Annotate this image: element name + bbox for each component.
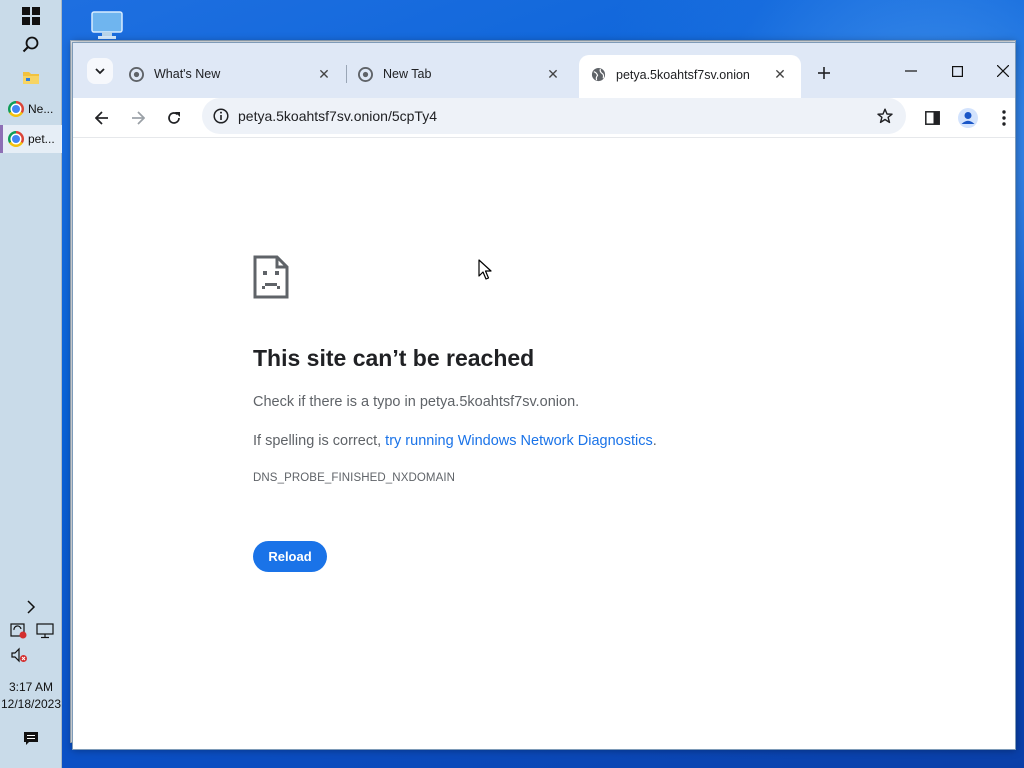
suggestion-suffix: .: [652, 433, 657, 449]
globe-icon: [591, 67, 606, 82]
forward-button[interactable]: [123, 103, 153, 133]
star-icon: [877, 108, 893, 124]
browser-toolbar: [73, 98, 1015, 138]
chrome-icon: [358, 66, 373, 82]
address-bar[interactable]: [202, 98, 906, 134]
mouse-cursor-icon: [478, 259, 492, 280]
close-window-button[interactable]: [983, 57, 1023, 85]
new-tab-button[interactable]: [811, 60, 837, 86]
reload-button[interactable]: [159, 103, 189, 133]
taskbar-app-label: pet...: [28, 132, 55, 146]
windows-logo-icon: [22, 7, 40, 25]
chrome-icon: [8, 101, 24, 117]
folder-icon: [23, 72, 39, 84]
profile-button[interactable]: [953, 103, 983, 133]
error-message: Check if there is a typo in petya.5koaht…: [253, 394, 580, 410]
minimize-icon: [905, 70, 917, 72]
side-panel-icon: [924, 111, 940, 125]
reload-icon: [168, 112, 180, 124]
action-center-button[interactable]: [0, 724, 62, 754]
tab-title: What's New: [154, 67, 221, 81]
tab-strip: What's New ✕ New Tab ✕ petya.5koahtsf7sv…: [73, 43, 1015, 98]
error-code: DNS_PROBE_FINISHED_NXDOMAIN: [253, 472, 456, 484]
tab-petya-onion[interactable]: petya.5koahtsf7sv.onion ✕: [579, 55, 801, 98]
maximize-button[interactable]: [937, 57, 977, 85]
taskbar-clock[interactable]: 3:17 AM 12/18/2023: [0, 679, 62, 713]
tab-search-button[interactable]: [87, 58, 113, 84]
taskbar: Ne... pet... 3:17 AM 12/18/2023: [0, 0, 62, 768]
tab-new-tab[interactable]: New Tab ✕: [346, 57, 574, 91]
tab-title: petya.5koahtsf7sv.onion: [616, 67, 750, 82]
arrow-right-icon: [132, 111, 145, 125]
tray-volume-button[interactable]: [0, 640, 50, 670]
minimize-button[interactable]: [891, 57, 931, 85]
file-explorer-button[interactable]: [0, 62, 62, 92]
error-title: This site can’t be reached: [253, 345, 535, 371]
taskbar-app-chrome-newtab[interactable]: Ne...: [0, 95, 62, 123]
plus-icon: [818, 67, 830, 79]
arrow-left-icon: [95, 111, 108, 125]
chrome-window: What's New ✕ New Tab ✕ petya.5koahtsf7sv…: [72, 42, 1016, 750]
search-icon: [22, 36, 39, 53]
tab-title: New Tab: [383, 67, 432, 81]
chrome-icon: [129, 66, 144, 82]
reload-page-button[interactable]: Reload: [253, 541, 327, 572]
close-icon[interactable]: ✕: [315, 65, 333, 83]
sad-page-icon: [253, 255, 289, 299]
close-icon[interactable]: ✕: [771, 66, 789, 84]
network-icon: [36, 623, 54, 639]
chrome-icon: [8, 131, 24, 147]
start-button[interactable]: [0, 1, 62, 31]
suggestion-prefix: If spelling is correct,: [253, 433, 386, 449]
maximize-icon: [951, 65, 963, 77]
taskbar-app-chrome-petya[interactable]: pet...: [0, 125, 62, 153]
bookmark-button[interactable]: [870, 101, 900, 131]
volume-muted-icon: [11, 647, 27, 663]
url-input[interactable]: [238, 101, 870, 131]
close-icon: [997, 65, 1009, 77]
back-button[interactable]: [87, 103, 117, 133]
tab-whats-new[interactable]: What's New ✕: [117, 57, 345, 91]
clock-time: 3:17 AM: [8, 680, 54, 694]
this-pc-desktop-icon[interactable]: [90, 10, 124, 40]
site-info-button[interactable]: [206, 101, 236, 131]
error-suggestion: If spelling is correct, try running Wind…: [253, 433, 657, 449]
info-icon: [213, 108, 229, 124]
notification-icon: [24, 732, 38, 745]
search-button[interactable]: [0, 30, 62, 60]
close-icon[interactable]: ✕: [544, 65, 562, 83]
menu-button[interactable]: [989, 103, 1019, 133]
more-vert-icon: [1002, 110, 1006, 126]
side-panel-button[interactable]: [917, 103, 947, 133]
avatar-icon: [958, 108, 978, 128]
network-diagnostics-link[interactable]: try running Windows Network Diagnostics: [385, 433, 653, 449]
clock-date: 12/18/2023: [0, 697, 62, 711]
chevron-down-icon: [95, 68, 105, 75]
chevron-right-icon: [27, 600, 36, 614]
page-content: This site can’t be reached Check if ther…: [79, 139, 1015, 749]
taskbar-app-label: Ne...: [28, 102, 54, 116]
